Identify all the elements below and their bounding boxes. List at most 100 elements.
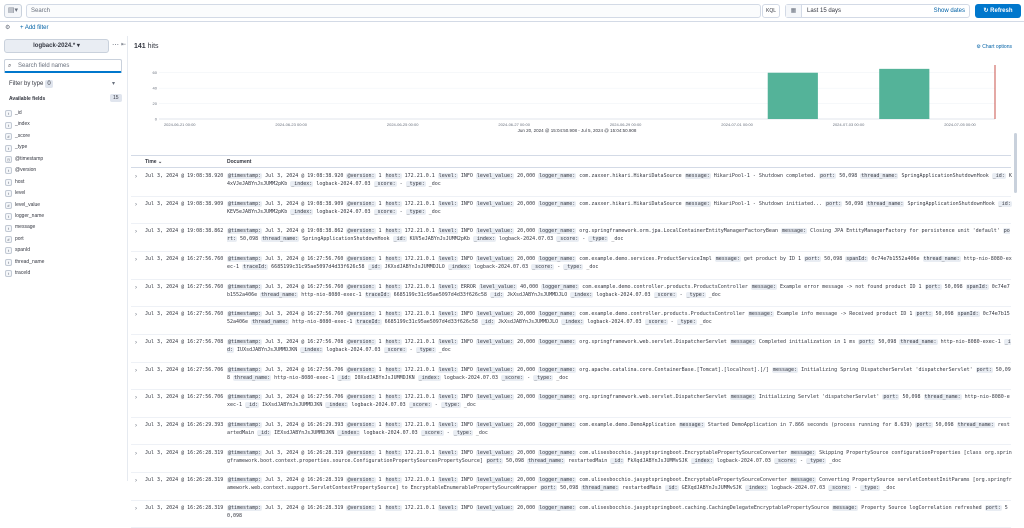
field-item[interactable]: t _id [4,108,122,119]
expand-row-icon[interactable]: › [135,311,137,319]
table-row[interactable]: › Jul 3, 2024 @ 19:08:38.862 @timestamp: J… [131,224,1011,252]
filter-by-type-button[interactable]: Filter by type 0 [9,80,53,88]
field-item[interactable]: t logger_name [4,211,122,222]
table-row[interactable]: › Jul 3, 2024 @ 16:27:56.760 @timestamp: J… [131,280,1011,308]
doc-field-key: thread_name: [233,374,272,381]
doc-field-key: level_value: [475,366,515,373]
show-dates-link[interactable]: Show dates [934,5,965,17]
doc-field-key: @version: [346,504,376,511]
field-item[interactable]: # port [4,234,122,245]
expand-row-icon[interactable]: › [135,422,137,430]
doc-field-value: 6685199c31c95ae5097d4d33f626c58 [271,263,365,270]
field-item[interactable]: ◷ @timestamp [4,154,122,165]
field-name: message [15,224,36,231]
expand-row-icon[interactable]: › [135,228,137,236]
field-item[interactable]: t thread_name [4,257,122,268]
index-pattern-selector[interactable]: logback-2024.* ▾ [4,39,109,53]
field-item[interactable]: # level_value [4,200,122,211]
table-row[interactable]: › Jul 3, 2024 @ 16:26:28.319 @timestamp: J… [131,501,1011,528]
table-row[interactable]: › Jul 3, 2024 @ 16:27:56.760 @timestamp: J… [131,307,1011,335]
doc-field-key: thread_name: [260,291,299,298]
doc-field-key: port: [882,394,900,401]
doc-field-value: - [399,181,403,187]
doc-field-value: 172.21.0.1 [404,449,435,456]
index-options-icon[interactable]: ⋯ [112,41,119,49]
expand-row-icon[interactable]: › [135,284,137,292]
scrollbar[interactable] [1014,133,1017,193]
available-fields-heading[interactable]: Available fields [9,96,45,102]
field-search-input[interactable]: ⌕ Search field names [4,59,122,73]
field-item[interactable]: t spanId [4,245,122,256]
doc-field-value: org.apache.catalina.core.ContainerBase.[… [579,366,769,373]
doc-field-value: _doc [829,457,842,464]
kql-toggle-button[interactable]: KQL [762,4,780,18]
table-row[interactable]: › Jul 3, 2024 @ 16:26:28.319 @timestamp: J… [131,446,1012,474]
expand-row-icon[interactable]: › [135,256,137,264]
field-type-icon: t [5,270,12,278]
expand-row-icon[interactable]: › [135,201,137,209]
table-row[interactable]: › Jul 3, 2024 @ 16:27:56.706 @timestamp: J… [131,390,1011,418]
doc-field-value: INFO [460,255,473,262]
histogram-chart[interactable]: 0 20 40 60 2024-06-21 00:00 2024-06-23 00:00 2… [149,63,1001,133]
saved-query-button[interactable]: ▤▾ [4,4,22,18]
doc-field-key: message: [771,366,799,373]
row-time: Jul 3, 2024 @ 16:27:56.706 [145,394,224,401]
doc-field-key: _type: [685,291,706,298]
doc-field-key: thread_name: [581,485,620,492]
time-range-label[interactable]: Last 15 days [807,5,841,17]
field-item[interactable]: t traceId [4,268,122,279]
field-item[interactable]: t _index [4,119,122,130]
expand-row-icon[interactable]: › [135,173,137,181]
table-row[interactable]: › Jul 3, 2024 @ 19:08:38.909 @timestamp: J… [131,197,1012,225]
expand-row-icon[interactable]: › [135,450,137,458]
refresh-button[interactable]: ↻ Refresh [975,4,1021,18]
doc-field-key: _type: [563,263,584,270]
time-column-header[interactable]: Time ⌄ [145,159,162,165]
doc-field-value: com.example.demo.DemoApplication [579,421,676,428]
doc-field-key: _index: [290,181,314,187]
add-filter-button[interactable]: + Add filter [20,22,49,34]
doc-field-key: level_value: [475,173,515,179]
expand-row-icon[interactable]: › [135,339,137,347]
doc-field-value: HikariPool-1 - Shutdown completed. [713,173,817,179]
field-item[interactable]: t @version [4,165,122,176]
field-item[interactable]: # _score [4,131,122,142]
doc-field-key: _type: [860,485,881,492]
doc-field-value: 1 [378,477,382,484]
row-time: Jul 3, 2024 @ 19:08:38.909 [145,200,224,207]
calendar-icon[interactable]: ▦ [786,5,802,17]
filter-menu-icon[interactable]: ⚙ [5,22,10,34]
table-row[interactable]: › Jul 3, 2024 @ 16:27:56.760 @timestamp: J… [131,252,1012,280]
doc-field-value: Jul 3, 2024 @ 16:27:56.760 [265,255,344,262]
table-row[interactable]: › Jul 3, 2024 @ 19:08:38.920 @timestamp: J… [131,169,1012,197]
doc-field-value: - [679,291,683,298]
table-row[interactable]: › Jul 3, 2024 @ 16:27:56.706 @timestamp: J… [131,363,1011,391]
field-item[interactable]: t _type [4,142,122,153]
doc-field-value: 20,000 [517,366,536,373]
histogram-bar[interactable] [767,72,818,119]
table-row[interactable]: › Jul 3, 2024 @ 16:26:28.319 @timestamp: J… [131,473,1012,501]
table-row[interactable]: › Jul 3, 2024 @ 16:27:56.708 @timestamp: J… [131,335,1011,363]
chart-options-button[interactable]: ⚙ Chart options [976,44,1012,50]
x-tick-label: 2024-06-25 00:00 [387,122,419,127]
collapse-sidebar-icon[interactable]: ⇤ [121,41,126,48]
field-item[interactable]: t level [4,188,122,199]
expand-row-icon[interactable]: › [135,505,137,513]
doc-field-value: _doc [428,181,441,187]
field-item[interactable]: t message [4,222,122,233]
doc-field-key: _score: [501,374,525,381]
doc-field-value: INFO [460,421,473,428]
field-item[interactable]: t host [4,177,122,188]
expand-row-icon[interactable]: › [135,394,137,402]
doc-field-key: _index: [561,319,585,326]
histogram-bar[interactable] [879,68,930,119]
table-row[interactable]: › Jul 3, 2024 @ 16:26:29.393 @timestamp: J… [131,418,1011,446]
chevron-down-icon[interactable]: ▾ [112,80,115,87]
doc-field-key: logger_name: [538,311,577,318]
date-picker[interactable]: ▦ Last 15 days Show dates [785,4,970,18]
doc-field-key: _index: [744,485,768,492]
expand-row-icon[interactable]: › [135,477,137,485]
doc-field-value: 20,000 [517,255,536,262]
search-input[interactable]: Search [26,4,761,18]
expand-row-icon[interactable]: › [135,367,137,375]
